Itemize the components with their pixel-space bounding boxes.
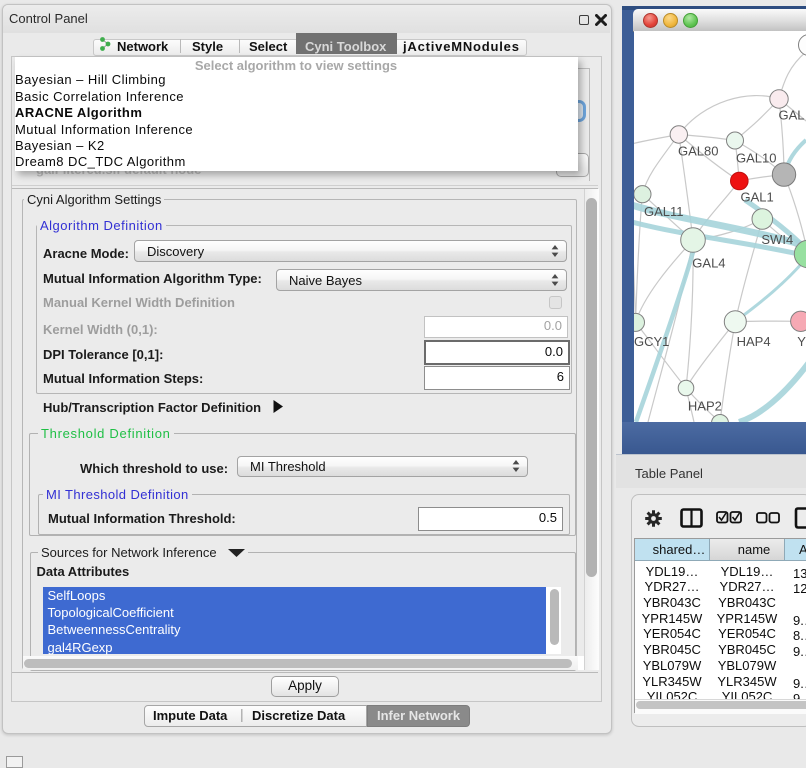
svg-text:GCY1: GCY1 (634, 334, 669, 349)
svg-text:HAP2: HAP2 (688, 399, 722, 414)
svg-text:GAL80: GAL80 (678, 144, 718, 159)
svg-text:GAL: GAL (779, 108, 805, 123)
svg-text:GAL4: GAL4 (692, 256, 725, 271)
svg-text:SWI4: SWI4 (761, 232, 793, 247)
svg-text:Y: Y (797, 334, 806, 349)
svg-text:HAP4: HAP4 (737, 334, 771, 349)
svg-text:GAL1: GAL1 (741, 190, 774, 205)
svg-text:GAL11: GAL11 (644, 204, 684, 219)
svg-text:GAL10: GAL10 (736, 151, 776, 166)
